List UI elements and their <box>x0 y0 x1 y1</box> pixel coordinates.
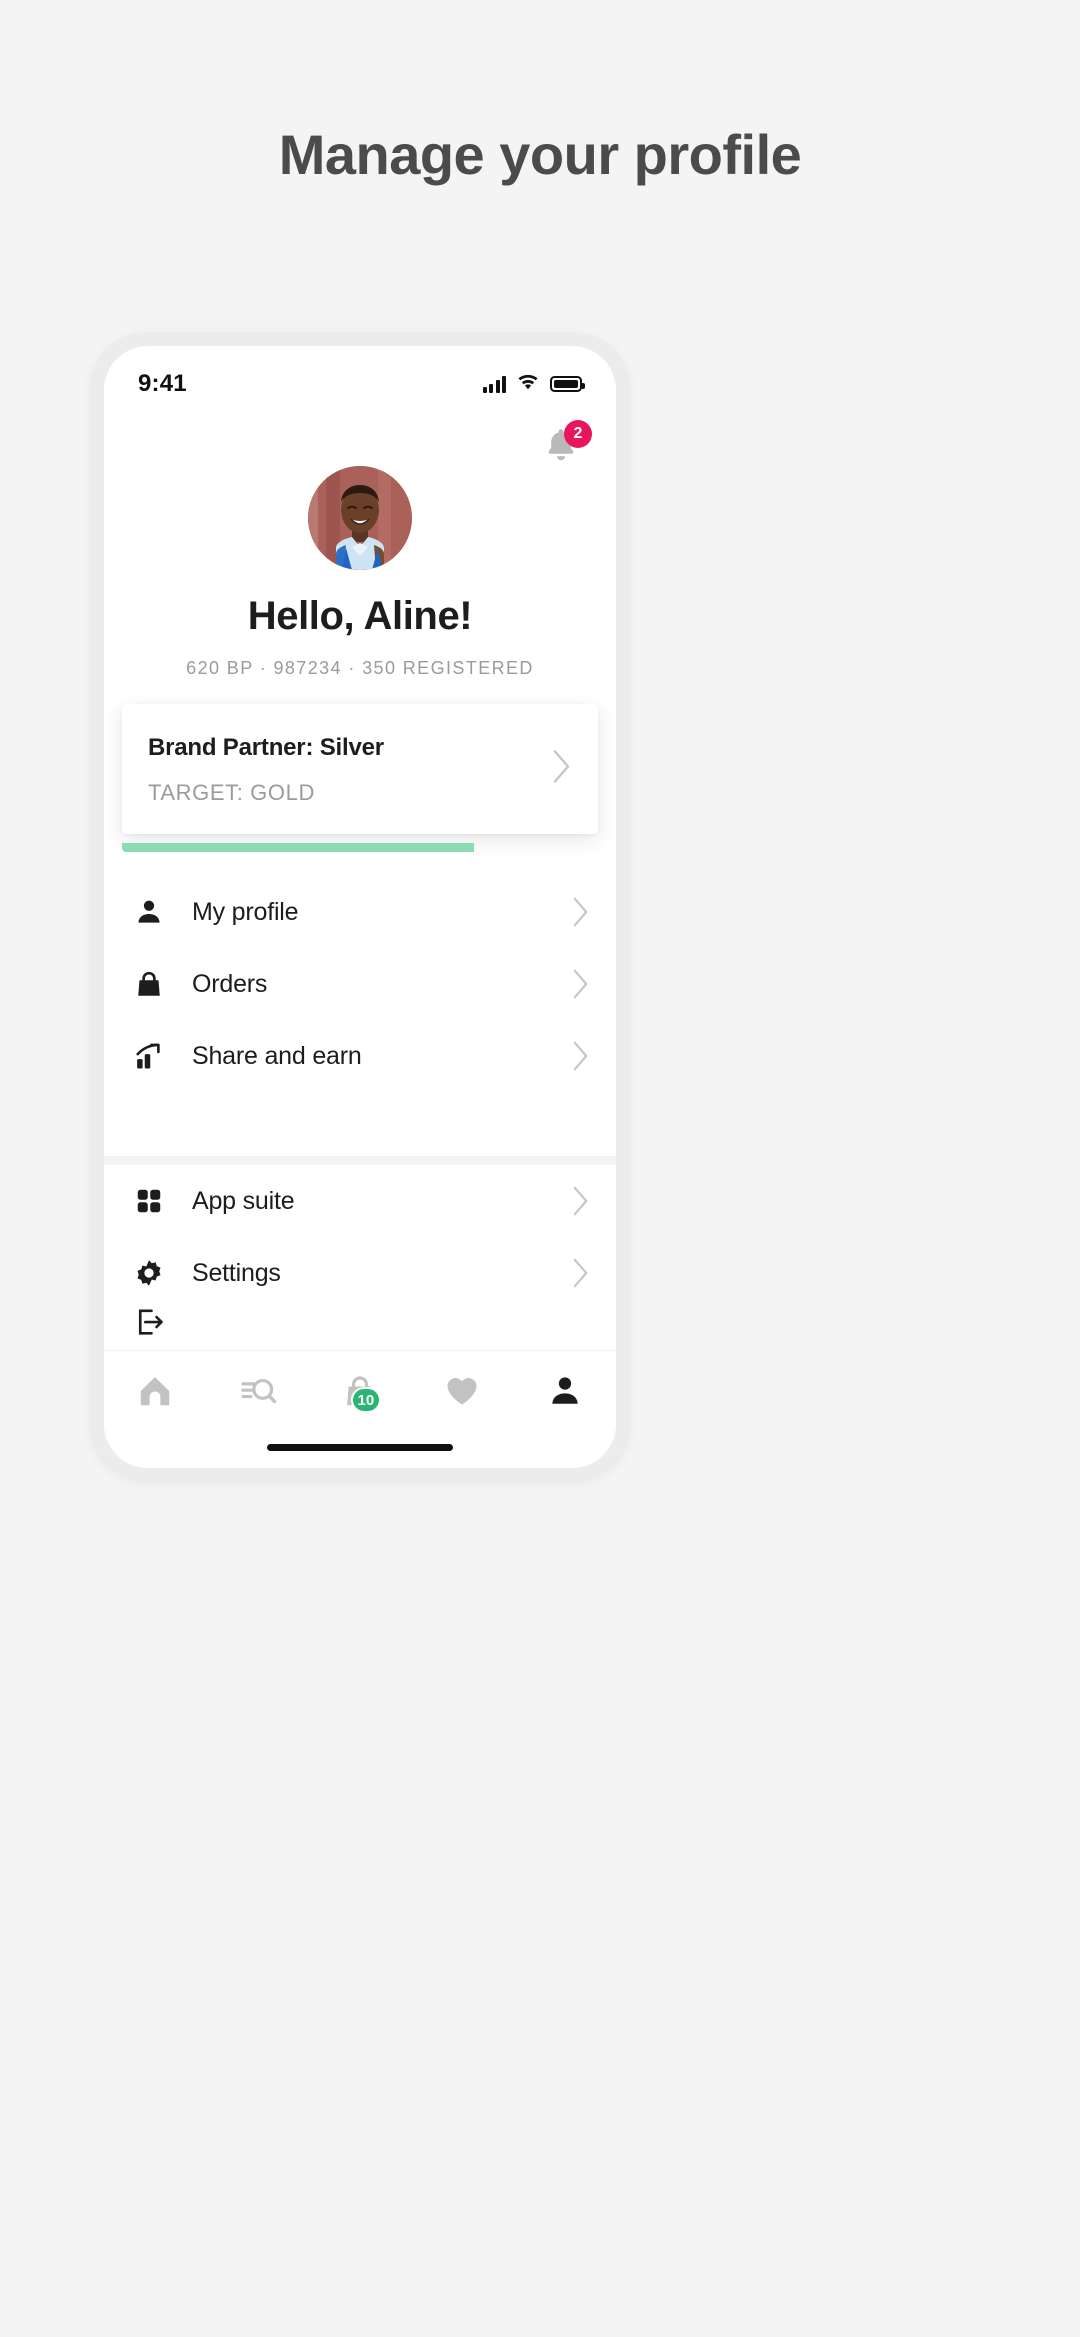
menu-group-primary: My profile Orders Share and earn <box>104 876 616 1092</box>
logout-icon <box>134 1309 178 1335</box>
gear-icon <box>134 1258 178 1288</box>
battery-icon <box>550 376 585 392</box>
nav-item-favorites[interactable] <box>411 1365 513 1417</box>
home-indicator <box>267 1444 453 1451</box>
menu-group-secondary: App suite Settings <box>104 1156 616 1335</box>
menu-item-orders[interactable]: Orders <box>104 948 616 1020</box>
menu-item-label: App suite <box>192 1186 295 1215</box>
nav-item-home[interactable] <box>104 1365 206 1417</box>
person-icon <box>134 897 178 927</box>
nav-item-search[interactable] <box>206 1365 308 1417</box>
app-grid-icon <box>134 1186 178 1216</box>
home-icon <box>140 1377 170 1406</box>
status-bar: 9:41 <box>104 346 616 408</box>
user-avatar-photo <box>308 466 412 570</box>
tier-title: Brand Partner: Silver <box>148 734 384 761</box>
cart-badge: 10 <box>350 1387 382 1413</box>
status-bar-icons <box>482 373 585 395</box>
chevron-right-icon <box>572 1258 590 1288</box>
chevron-right-icon <box>572 897 590 927</box>
growth-chart-icon <box>134 1041 178 1071</box>
menu-item-app-suite[interactable]: App suite <box>104 1165 616 1237</box>
menu-item-label: Settings <box>192 1258 281 1287</box>
menu-item-my-profile[interactable]: My profile <box>104 876 616 948</box>
phone-screen: 9:41 2 Hello, Aline! 620 BP · 987234 · 3… <box>104 346 616 1468</box>
heart-icon <box>447 1378 477 1405</box>
cellular-signal-icon <box>482 375 506 393</box>
menu-item-settings[interactable]: Settings <box>104 1237 616 1309</box>
chevron-right-icon <box>572 969 590 999</box>
page-title: Manage your profile <box>278 123 802 186</box>
menu-item-label: Share and earn <box>192 1041 362 1070</box>
tier-progress-bar <box>122 843 598 852</box>
wifi-icon <box>517 373 539 395</box>
chevron-right-icon <box>572 1041 590 1071</box>
tier-progress-fill <box>122 843 475 852</box>
chevron-right-icon <box>552 750 572 789</box>
shopping-bag-icon <box>134 969 178 999</box>
tier-card[interactable]: Brand Partner: Silver TARGET: GOLD <box>122 704 598 834</box>
profile-stats: 620 BP · 987234 · 350 REGISTERED <box>186 658 534 678</box>
menu-item-label: Orders <box>192 969 268 998</box>
menu-item-share-and-earn[interactable]: Share and earn <box>104 1020 616 1092</box>
greeting-text: Hello, Aline! <box>247 594 473 638</box>
notification-badge: 2 <box>564 420 592 448</box>
tier-target: TARGET: GOLD <box>148 780 315 805</box>
person-icon <box>552 1377 578 1404</box>
search-filter-icon <box>240 1378 276 1404</box>
chevron-right-icon <box>572 1186 590 1216</box>
status-bar-time: 9:41 <box>138 370 187 397</box>
avatar[interactable] <box>308 466 412 570</box>
notification-bell-button[interactable]: 2 <box>540 420 592 474</box>
phone-frame: 9:41 2 Hello, Aline! 620 BP · 987234 · 3… <box>90 332 630 1482</box>
nav-item-cart[interactable]: 10 <box>309 1365 411 1417</box>
nav-item-profile[interactable] <box>514 1365 616 1417</box>
menu-item-partial-cutoff[interactable] <box>104 1309 616 1335</box>
menu-item-label: My profile <box>192 897 299 926</box>
